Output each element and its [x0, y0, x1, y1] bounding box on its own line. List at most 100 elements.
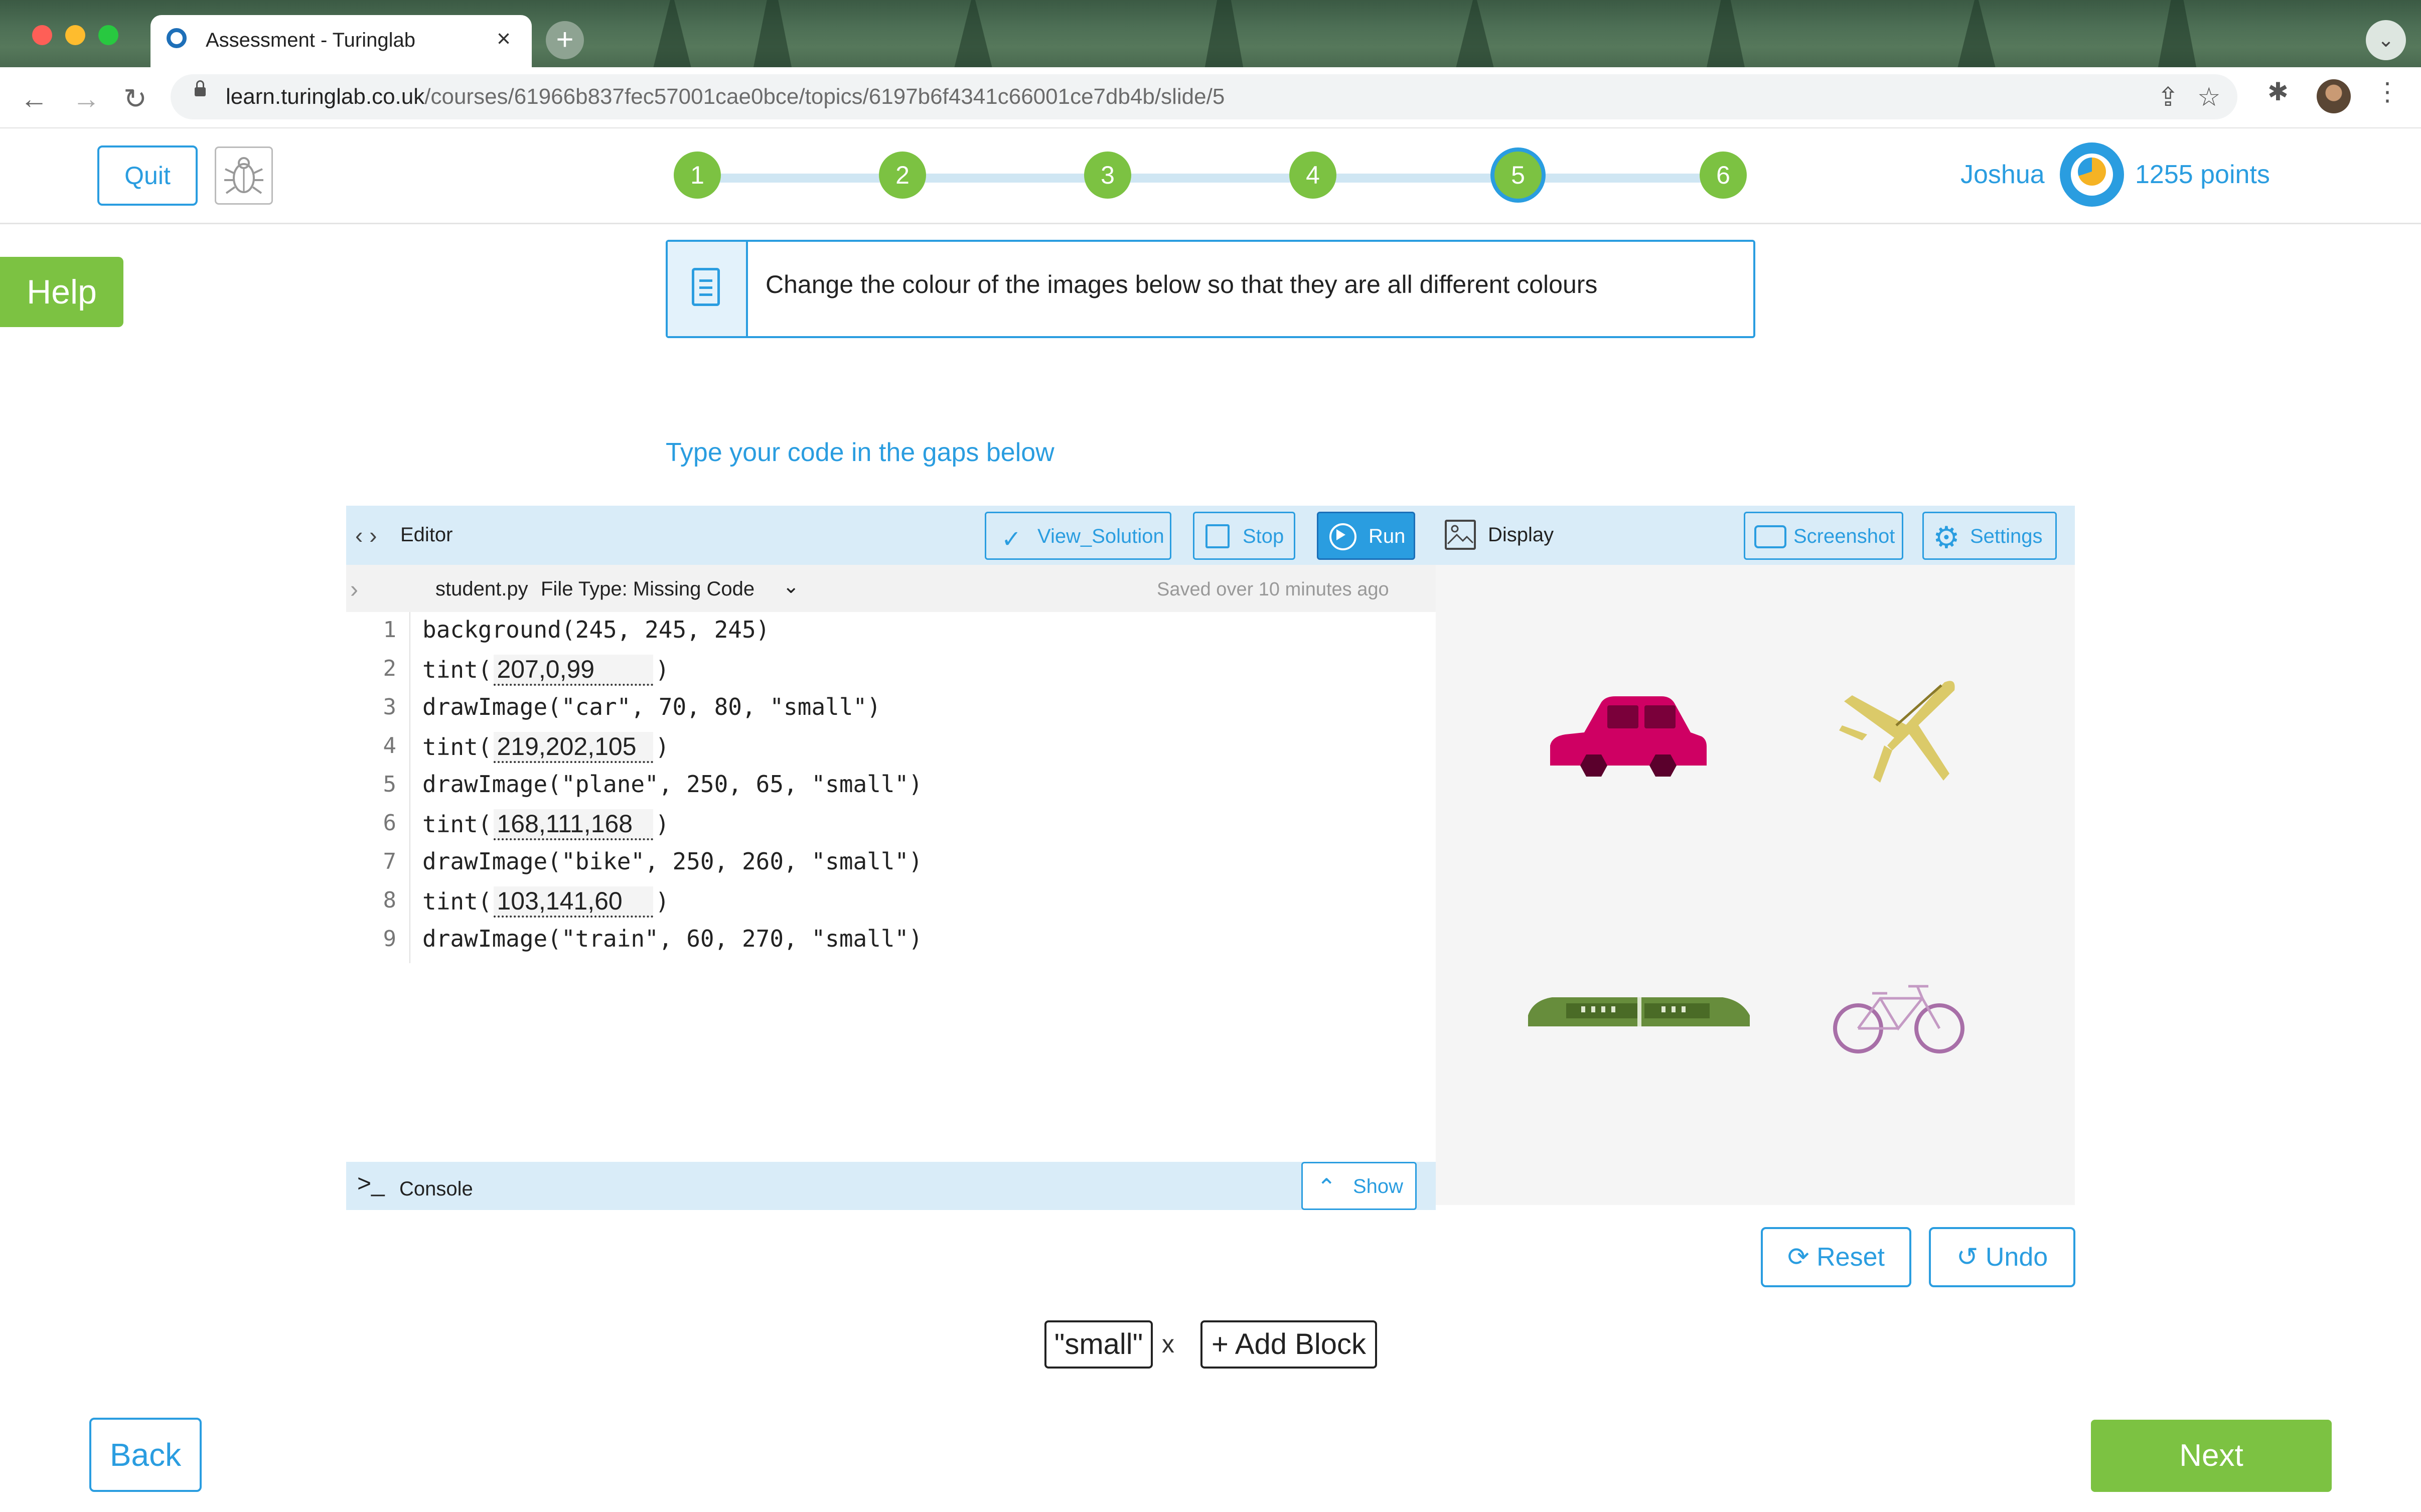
gear-icon: ⚙ — [1933, 521, 1960, 554]
view-solution-button[interactable]: ✓ View_Solution — [985, 512, 1171, 560]
show-label: Show — [1353, 1175, 1404, 1197]
run-button[interactable]: Run — [1317, 512, 1415, 560]
file-bar: › student.py File Type: Missing Code ⌄ S… — [346, 565, 1436, 612]
line-number: 1 — [383, 617, 397, 643]
reload-icon[interactable]: ↻ — [123, 82, 147, 115]
code-line[interactable]: drawImage("plane", 250, 65, "small") — [422, 771, 923, 798]
forest-background — [1455, 0, 1495, 67]
code-text: tint( — [422, 888, 492, 915]
code-text: ) — [655, 656, 670, 683]
share-icon[interactable]: ⇪ — [2157, 82, 2179, 112]
undo-label: Undo — [1985, 1243, 2048, 1272]
code-line[interactable]: tint(207,0,99) — [422, 655, 669, 686]
code-block-chip[interactable]: "small" — [1044, 1320, 1153, 1369]
console-show-button[interactable]: ⌃ Show — [1301, 1162, 1417, 1210]
reset-button[interactable]: ⟳ Reset — [1761, 1227, 1911, 1287]
quit-button[interactable]: Quit — [97, 145, 198, 206]
clipboard-icon — [692, 268, 720, 306]
display-canvas[interactable] — [1436, 565, 2075, 1205]
new-tab-button[interactable]: + — [546, 21, 584, 59]
line-number: 3 — [383, 694, 397, 720]
browser-tab[interactable]: Assessment - Turinglab × — [150, 15, 532, 67]
line-number: 7 — [383, 849, 397, 874]
saved-status: Saved over 10 minutes ago — [1157, 579, 1389, 600]
code-line[interactable]: tint(103,141,60) — [422, 886, 669, 918]
url-path: /courses/61966b837fec57001cae0bce/topics… — [424, 84, 1225, 109]
reset-label: Reset — [1817, 1243, 1885, 1272]
bookmark-star-icon[interactable]: ☆ — [2197, 82, 2221, 112]
tab-close-icon[interactable]: × — [497, 25, 511, 53]
editor-title: Editor — [400, 524, 453, 546]
back-button[interactable]: Back — [89, 1418, 202, 1492]
code-line[interactable]: drawImage("train", 60, 270, "small") — [422, 925, 923, 952]
code-line[interactable]: drawImage("car", 70, 80, "small") — [422, 693, 881, 720]
code-text: background(245, 245, 245) — [422, 616, 770, 643]
url-host: learn.turinglab.co.uk — [226, 84, 425, 109]
file-name[interactable]: student.py — [435, 578, 528, 600]
step-3[interactable]: 3 — [1084, 152, 1131, 199]
back-arrow-icon[interactable]: ← — [20, 82, 48, 115]
window-maximize-button[interactable] — [98, 25, 118, 45]
username[interactable]: Joshua — [1960, 160, 2045, 190]
url-text[interactable]: learn.turinglab.co.uk/courses/61966b837f… — [226, 84, 1225, 109]
play-triangle-icon — [1336, 529, 1345, 540]
extensions-puzzle-icon[interactable]: ✱ — [2267, 77, 2289, 106]
tint-gap-input[interactable]: 103,141,60 — [494, 886, 654, 918]
code-text: tint( — [422, 811, 492, 838]
browser-menu-icon[interactable]: ⋮ — [2375, 77, 2400, 106]
refresh-icon: ⟳ — [1787, 1243, 1809, 1272]
step-5-current[interactable]: 5 — [1494, 152, 1542, 199]
step-6[interactable]: 6 — [1700, 152, 1747, 199]
step-2[interactable]: 2 — [879, 152, 926, 199]
line-number: 8 — [383, 887, 397, 913]
run-label: Run — [1369, 525, 1406, 547]
checkmark-icon: ✓ — [1001, 526, 1022, 553]
tint-gap-input[interactable]: 207,0,99 — [494, 655, 654, 686]
step-1[interactable]: 1 — [674, 152, 721, 199]
header-divider — [0, 223, 2421, 224]
screenshot-button[interactable]: Screenshot — [1744, 512, 1903, 560]
code-line[interactable]: drawImage("bike", 250, 260, "small") — [422, 848, 923, 875]
help-button[interactable]: Help — [0, 257, 123, 327]
console-title: Console — [399, 1178, 473, 1200]
turinglab-favicon-icon — [167, 28, 187, 48]
tint-gap-input[interactable]: 219,202,105 — [494, 732, 654, 763]
chevron-right-icon[interactable]: › — [350, 576, 358, 603]
remove-block-icon[interactable]: x — [1162, 1329, 1174, 1358]
display-title: Display — [1488, 524, 1554, 546]
instruction-text: Change the colour of the images below so… — [766, 270, 1598, 298]
add-block-button[interactable]: + Add Block — [1200, 1320, 1377, 1369]
chevron-down-icon[interactable]: ⌄ — [783, 575, 800, 598]
window-close-button[interactable] — [32, 25, 52, 45]
forest-background — [652, 0, 692, 67]
code-text: drawImage("plane", 250, 65, "small") — [422, 771, 923, 798]
camera-icon — [1754, 525, 1786, 548]
profile-avatar[interactable] — [2317, 79, 2351, 113]
forest-background — [1706, 0, 1746, 67]
next-button[interactable]: Next — [2091, 1420, 2332, 1492]
settings-button[interactable]: ⚙ Settings — [1922, 512, 2057, 560]
code-text: drawImage("bike", 250, 260, "small") — [422, 848, 923, 875]
code-line[interactable]: background(245, 245, 245) — [422, 616, 770, 643]
code-editor[interactable]: 1 background(245, 245, 245) 2 tint(207,0… — [346, 612, 1436, 1162]
stop-button[interactable]: Stop — [1193, 512, 1295, 560]
chevron-up-icon: ⌃ — [1317, 1174, 1336, 1200]
code-text: drawImage("car", 70, 80, "small") — [422, 693, 881, 720]
code-line[interactable]: tint(168,111,168) — [422, 809, 669, 840]
console-bar: >_ Console ⌃ Show — [346, 1162, 1436, 1210]
points-total: 1255 points — [2135, 160, 2270, 189]
forward-arrow-icon[interactable]: → — [72, 82, 100, 115]
code-text: tint( — [422, 656, 492, 683]
stop-square-icon — [1205, 524, 1230, 548]
window-minimize-button[interactable] — [65, 25, 85, 45]
code-line[interactable]: tint(219,202,105) — [422, 732, 669, 763]
step-4[interactable]: 4 — [1289, 152, 1336, 199]
tint-gap-input[interactable]: 168,111,168 — [494, 809, 654, 840]
url-bar[interactable]: learn.turinglab.co.uk/courses/61966b837f… — [171, 74, 2237, 119]
tab-search-button[interactable]: ⌄ — [2366, 20, 2406, 60]
report-bug-button[interactable] — [215, 146, 273, 205]
code-text: ) — [655, 733, 670, 761]
file-type-select[interactable]: File Type: Missing Code — [541, 578, 754, 600]
view-solution-label: View_Solution — [1037, 525, 1164, 547]
undo-button[interactable]: ↺ Undo — [1929, 1227, 2075, 1287]
